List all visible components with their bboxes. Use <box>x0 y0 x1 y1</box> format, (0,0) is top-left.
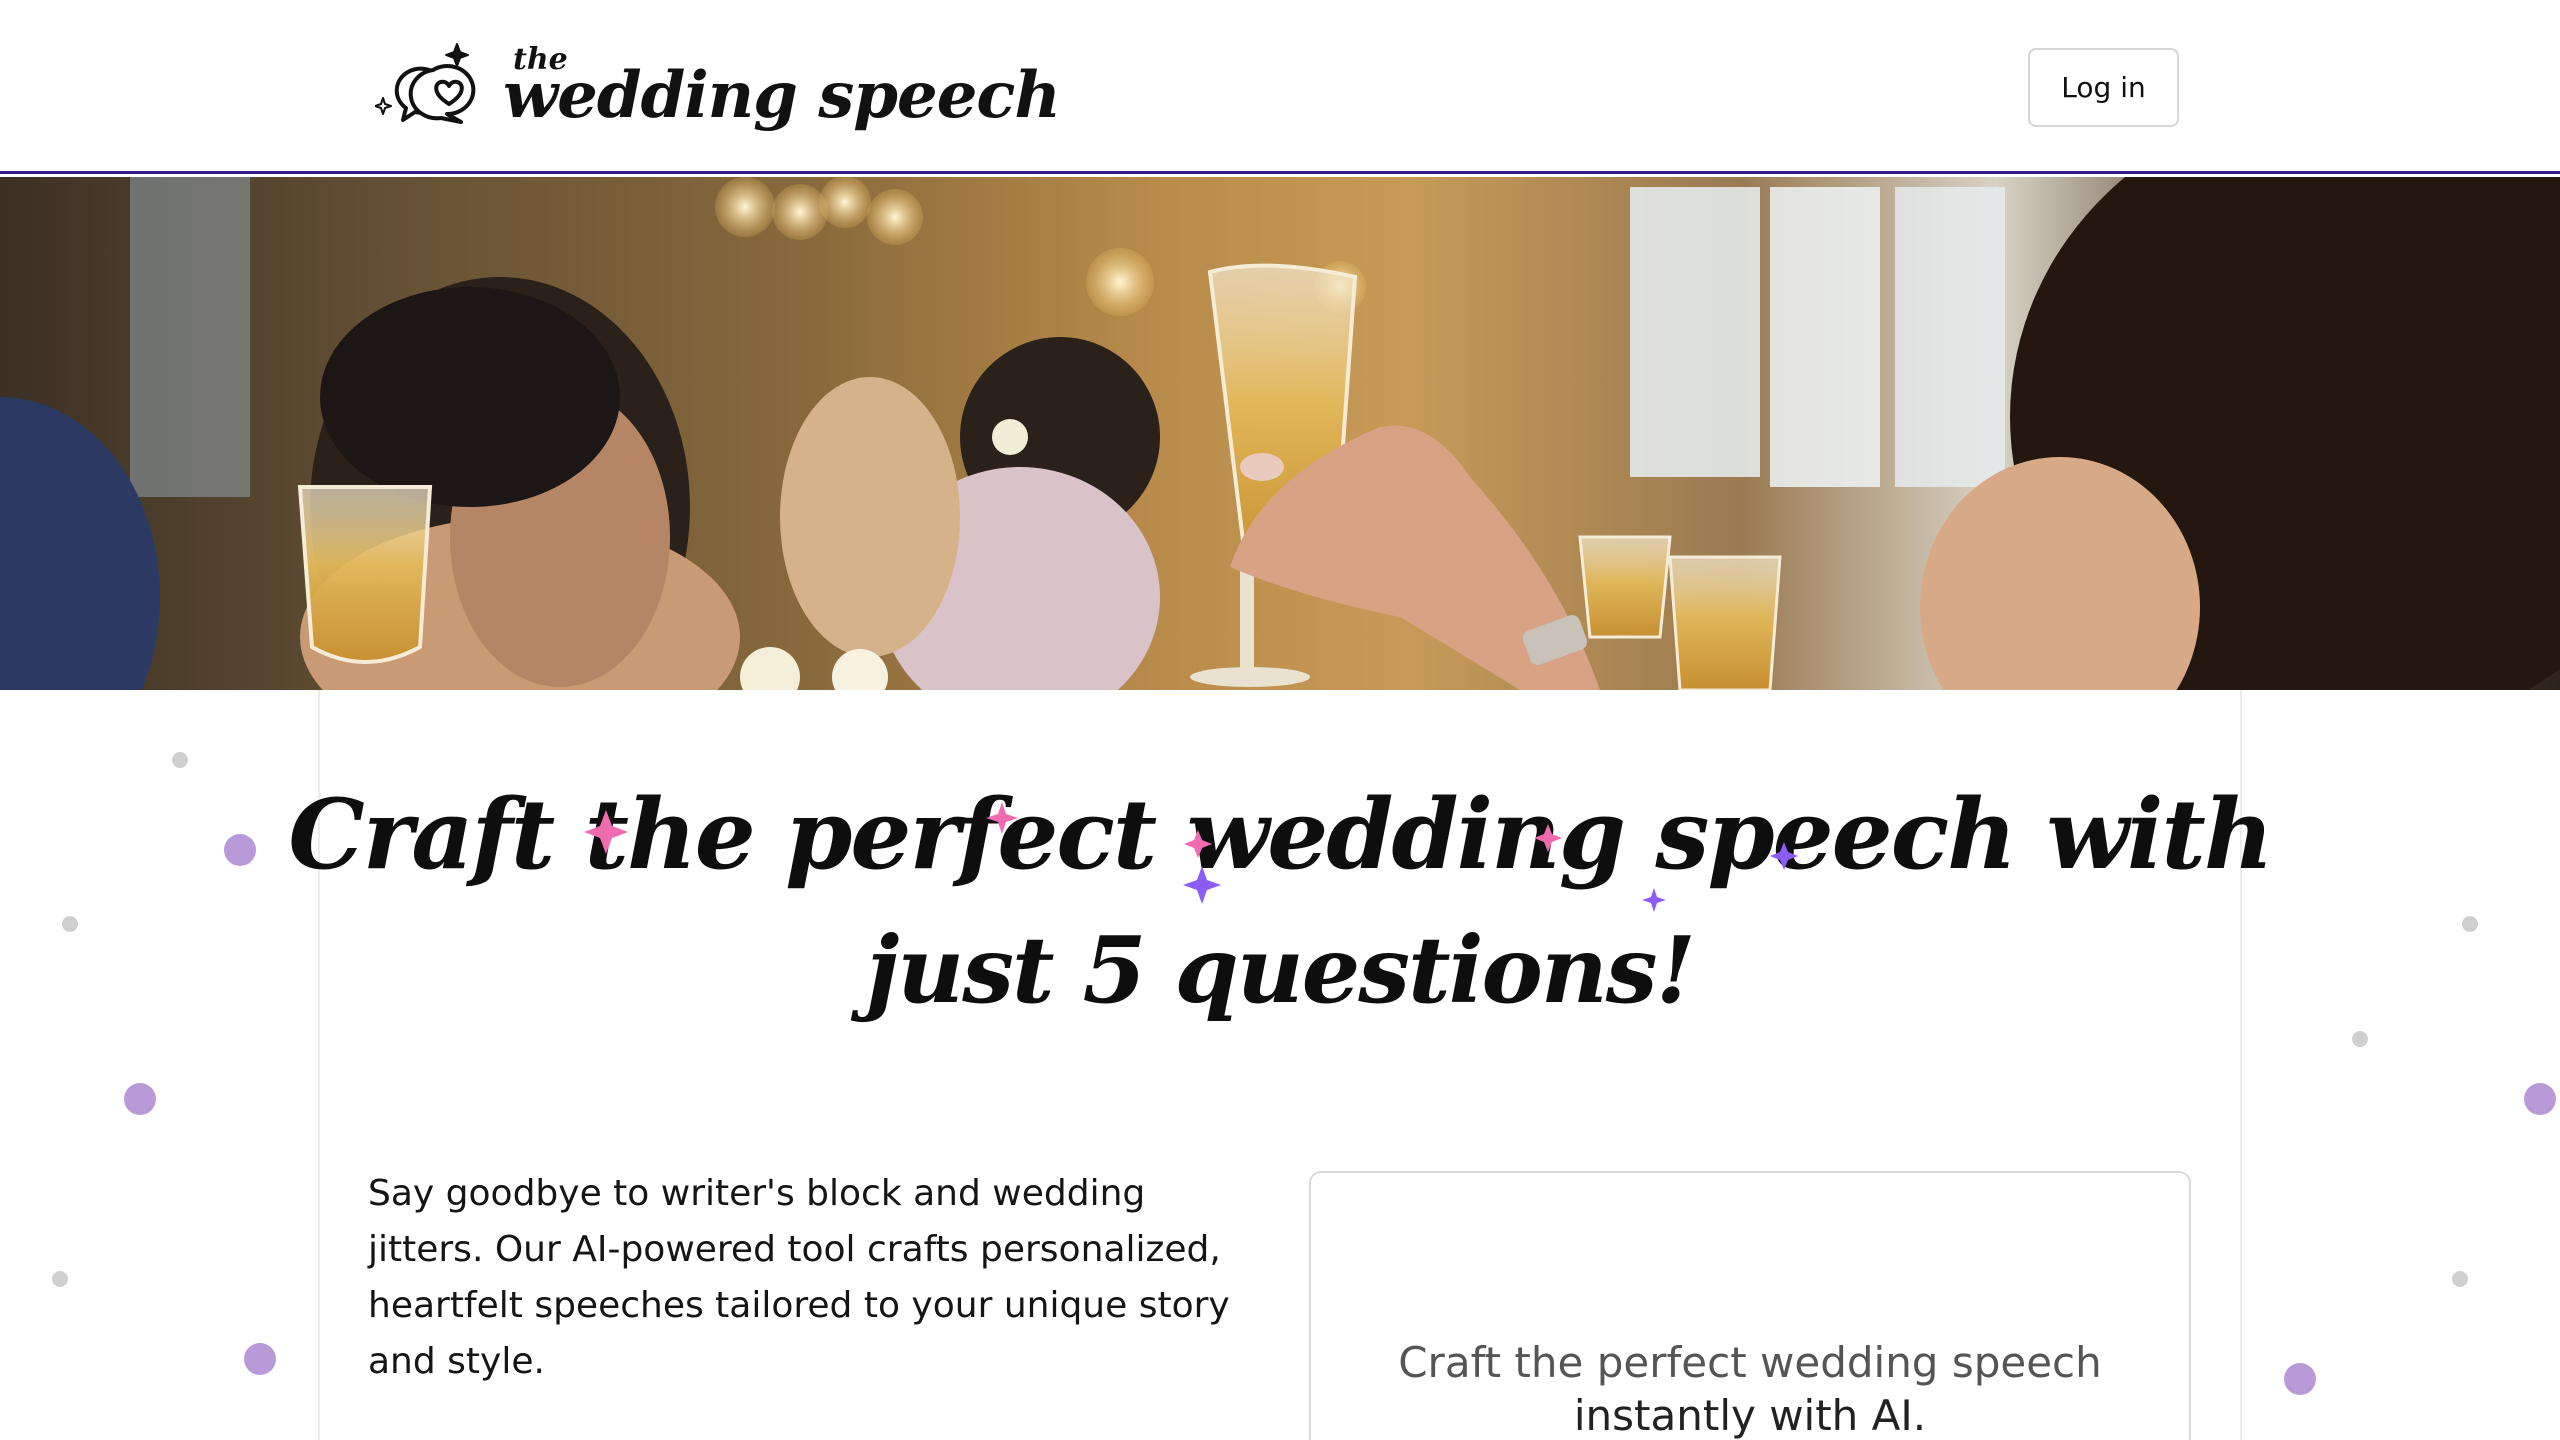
logo-wordmark: the wedding speech <box>503 34 1061 144</box>
headline-line-1: Craft the perfect wedding speech with <box>288 778 2273 891</box>
card-title-line-1: Craft the perfect wedding speech <box>1398 1338 2102 1387</box>
wedding-toast-photo-icon <box>0 177 2560 690</box>
headline-line-2-text: just 5 questions! <box>866 916 1696 1024</box>
logo-main-text: wedding speech <box>503 58 1061 133</box>
hero-image <box>0 177 2560 690</box>
speech-preview-card: Craft the perfect wedding speech instant… <box>1309 1171 2191 1440</box>
speech-bubbles-heart-icon <box>375 43 476 124</box>
hero-headline: Craft the perfect wedding speech with ju… <box>0 770 2560 1040</box>
site-logo[interactable]: the wedding speech <box>375 34 1061 144</box>
intro-paragraph: Say goodbye to writer's block and weddin… <box>368 1173 1230 1382</box>
card-title-line-2: instantly with AI. <box>1573 1391 1927 1440</box>
headline-line-2: just 5 questions! <box>866 900 1696 1040</box>
site-header: the wedding speech Log in <box>0 0 2560 174</box>
login-button[interactable]: Log in <box>2028 48 2179 127</box>
